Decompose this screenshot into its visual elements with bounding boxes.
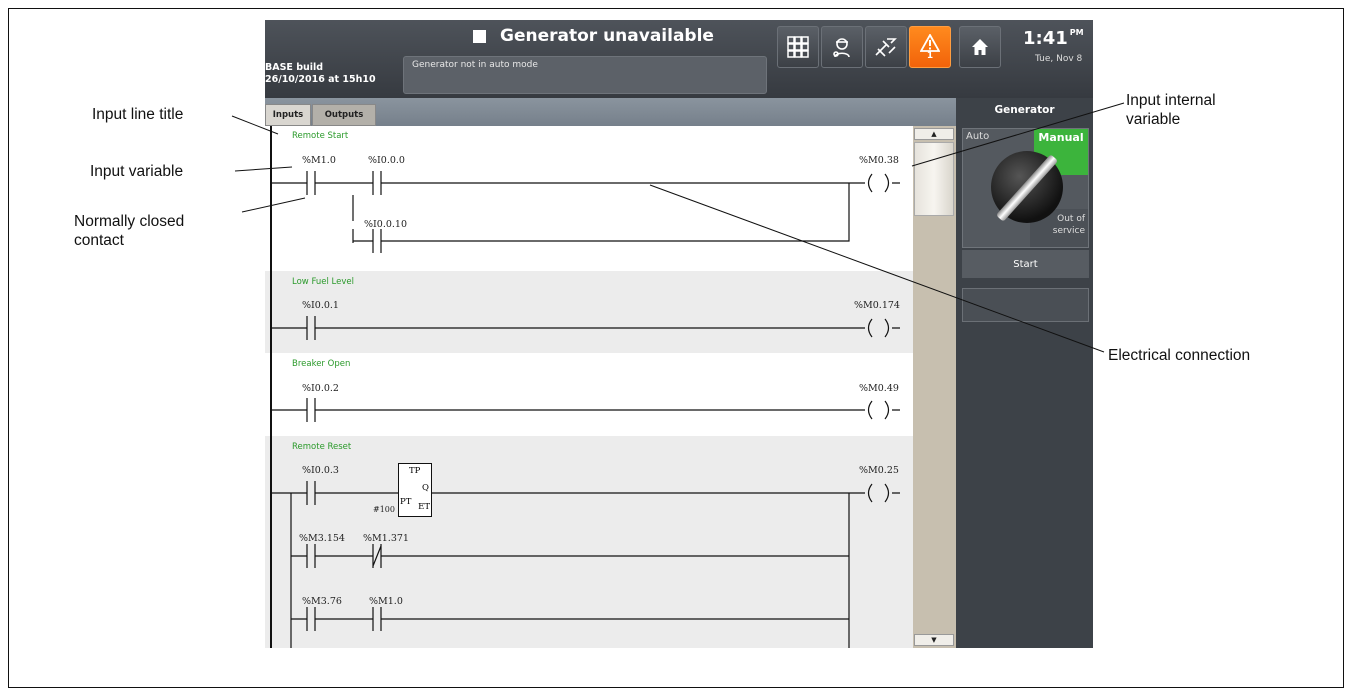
tools-icon (875, 38, 897, 57)
callout-internal-line1: Input internal (1126, 92, 1216, 109)
home-button[interactable] (959, 26, 1001, 68)
rung-breaker-open-wiring (271, 398, 900, 422)
scroll-up-button[interactable]: ▲ (914, 128, 954, 140)
build-info: BASE build 26/10/2016 at 15h10 (265, 62, 376, 86)
selector-knob-icon[interactable] (991, 151, 1063, 223)
ladder-diagram: Remote Start %M1.0 %I0.0.0 %I0.0.10 %M0.… (265, 126, 913, 648)
home-icon (972, 39, 988, 55)
rung-low-fuel-wiring (271, 316, 900, 340)
build-date: 26/10/2016 at 15h10 (265, 74, 376, 85)
callout-nc-line1: Normally closed (74, 213, 185, 230)
callout-input-variable: Input variable (90, 163, 184, 180)
clock-date: Tue, Nov 8 (1035, 54, 1083, 64)
build-name: BASE build (265, 62, 324, 73)
alarm-button[interactable]: 1 (909, 26, 951, 68)
scroll-thumb[interactable] (914, 142, 954, 216)
rung-remote-start-wiring (271, 171, 900, 253)
status-square-icon (473, 29, 486, 43)
technician-icon (833, 38, 850, 58)
rung-remote-reset-wiring (271, 481, 900, 648)
mode-auto[interactable]: Auto (966, 131, 989, 142)
callout-nc-line2: contact (74, 232, 124, 249)
tab-outputs[interactable]: Outputs (312, 104, 376, 126)
callout-internal-variable: Input internal variable (1126, 91, 1216, 129)
callout-normally-closed: Normally closed contact (74, 212, 184, 250)
technician-button[interactable] (821, 26, 863, 68)
generator-panel: Generator Auto Manual Out of service Sta… (956, 98, 1093, 648)
clock: 1:41 PM (1023, 28, 1084, 49)
scroll-down-button[interactable]: ▼ (914, 634, 954, 646)
tab-bar: Inputs Outputs (265, 98, 956, 126)
callout-input-line-title: Input line title (92, 106, 184, 123)
tab-inputs[interactable]: Inputs (265, 104, 311, 126)
grid-icon (787, 36, 809, 58)
status-text: Generator unavailable (500, 26, 714, 46)
tools-button[interactable] (865, 26, 907, 68)
clock-ampm: PM (1069, 28, 1084, 37)
generator-title: Generator (994, 104, 1055, 116)
grid-button[interactable] (777, 26, 819, 68)
status-title: Generator unavailable (473, 26, 714, 46)
blank-button[interactable] (962, 288, 1089, 322)
callout-electrical-connection: Electrical connection (1108, 347, 1251, 364)
start-button[interactable]: Start (962, 250, 1089, 278)
callout-internal-line2: variable (1126, 111, 1181, 128)
message-box: Generator not in auto mode (403, 56, 767, 94)
vertical-scrollbar[interactable]: ▲ ▼ (913, 126, 956, 648)
top-bar: BASE build 26/10/2016 at 15h10 Generator… (265, 20, 1093, 98)
alarm-icon (920, 33, 940, 52)
clock-time: 1:41 (1023, 28, 1068, 49)
oos-line2: service (1052, 226, 1085, 236)
hmi-screen: BASE build 26/10/2016 at 15h10 Generator… (265, 20, 1093, 648)
alarm-count: 1 (926, 50, 934, 61)
mode-selector[interactable]: Auto Manual Out of service (962, 128, 1089, 248)
